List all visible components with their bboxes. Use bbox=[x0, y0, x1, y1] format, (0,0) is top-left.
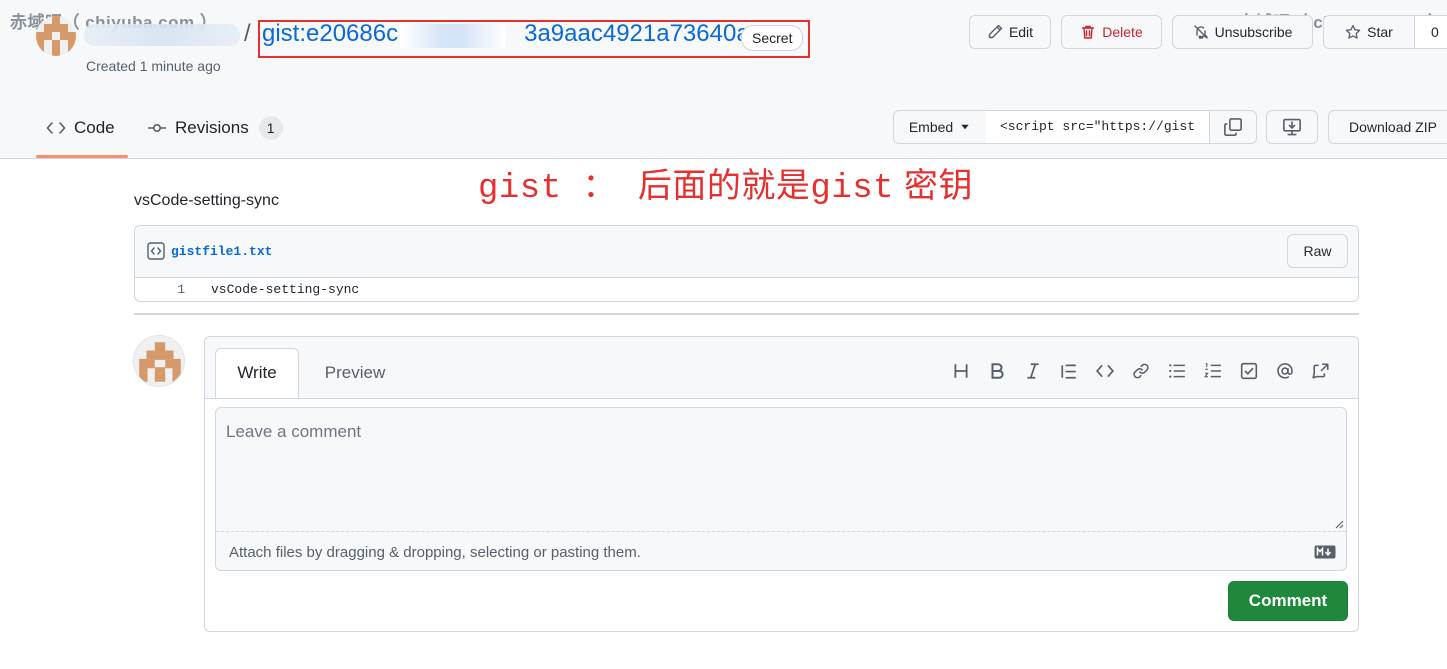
edit-button[interactable]: Edit bbox=[969, 15, 1051, 49]
raw-button[interactable]: Raw bbox=[1287, 234, 1348, 268]
identicon-icon bbox=[36, 16, 76, 56]
edit-label: Edit bbox=[1008, 24, 1034, 40]
revisions-count-badge: 1 bbox=[258, 116, 283, 140]
italic-icon[interactable] bbox=[1021, 359, 1045, 383]
tab-preview[interactable]: Preview bbox=[309, 348, 401, 398]
path-separator: / bbox=[244, 20, 251, 47]
trash-icon bbox=[1082, 25, 1095, 39]
quote-icon[interactable] bbox=[1057, 359, 1081, 383]
resize-handle-icon[interactable] bbox=[1332, 517, 1344, 529]
mention-icon[interactable] bbox=[1273, 359, 1297, 383]
bell-slash-icon bbox=[1193, 25, 1208, 39]
annotation-part1: gist ： bbox=[478, 170, 638, 208]
line-number[interactable]: 1 bbox=[135, 278, 185, 301]
star-count[interactable]: 0 bbox=[1414, 15, 1447, 49]
created-time: Created 1 minute ago bbox=[86, 58, 221, 74]
delete-button[interactable]: Delete bbox=[1061, 15, 1162, 49]
ordered-list-icon[interactable] bbox=[1201, 359, 1225, 383]
cross-reference-icon[interactable] bbox=[1309, 359, 1333, 383]
task-list-icon[interactable] bbox=[1237, 359, 1261, 383]
annotation-part2: 后面的就是 bbox=[637, 167, 811, 205]
embed-code-input[interactable]: <script src="https://gist bbox=[986, 110, 1210, 144]
file-header: gistfile1.txt Raw bbox=[135, 226, 1358, 278]
gist-id-highlight-box bbox=[258, 20, 810, 58]
star-label: Star bbox=[1367, 24, 1393, 40]
unsubscribe-label: Unsubscribe bbox=[1214, 24, 1293, 40]
identicon-icon bbox=[134, 336, 184, 386]
code-icon bbox=[46, 122, 66, 134]
owner-name-redacted[interactable] bbox=[84, 24, 240, 46]
embed-select[interactable]: Embed bbox=[893, 110, 987, 144]
code-line: vsCode-setting-sync bbox=[211, 282, 360, 297]
git-commit-icon bbox=[148, 124, 166, 133]
commenter-avatar[interactable] bbox=[133, 335, 185, 387]
heading-icon[interactable] bbox=[949, 359, 973, 383]
link-icon[interactable] bbox=[1129, 359, 1153, 383]
comment-textarea-wrap: Attach files by dragging & dropping, sel… bbox=[215, 407, 1347, 571]
annotation-part4: 密钥 bbox=[894, 167, 973, 205]
pencil-icon bbox=[988, 24, 1003, 39]
attach-files-text: Attach files by dragging & dropping, sel… bbox=[229, 544, 641, 561]
delete-label: Delete bbox=[1102, 24, 1143, 40]
bold-icon[interactable] bbox=[985, 359, 1009, 383]
copy-embed-button[interactable] bbox=[1209, 110, 1257, 144]
open-desktop-button[interactable] bbox=[1266, 110, 1318, 144]
tab-write[interactable]: Write bbox=[215, 348, 299, 398]
active-tab-indicator bbox=[36, 155, 128, 158]
tab-revisions[interactable]: Revisions 1 bbox=[147, 112, 283, 144]
file-name-link[interactable]: gistfile1.txt bbox=[171, 244, 272, 259]
file-code-icon bbox=[147, 242, 165, 260]
gist-description: vsCode-setting-sync bbox=[134, 192, 279, 209]
copy-icon bbox=[1224, 118, 1242, 136]
comment-input[interactable] bbox=[216, 408, 1346, 531]
unordered-list-icon[interactable] bbox=[1165, 359, 1189, 383]
annotation-part3: gist bbox=[810, 170, 895, 208]
owner-avatar[interactable] bbox=[36, 16, 76, 56]
markdown-toolbar bbox=[949, 359, 1333, 383]
annotation-text: gist ： 后面的就是gist 密钥 bbox=[478, 158, 973, 208]
code-icon[interactable] bbox=[1093, 359, 1117, 383]
attach-files-area[interactable]: Attach files by dragging & dropping, sel… bbox=[216, 531, 1346, 571]
caret-down-icon bbox=[961, 124, 969, 130]
download-zip-button[interactable]: Download ZIP bbox=[1328, 110, 1447, 144]
markdown-icon[interactable] bbox=[1314, 545, 1336, 559]
tab-revisions-label: Revisions bbox=[175, 118, 249, 137]
comment-form: Write Preview Attach files by dragging &… bbox=[204, 336, 1359, 632]
comment-submit-button[interactable]: Comment bbox=[1228, 581, 1348, 621]
gist-file: gistfile1.txt Raw 1 vsCode-setting-sync bbox=[134, 225, 1359, 302]
download-zip-label: Download ZIP bbox=[1349, 119, 1437, 135]
embed-label: Embed bbox=[908, 119, 954, 135]
section-divider bbox=[134, 313, 1359, 315]
tab-code-label: Code bbox=[74, 118, 115, 137]
star-icon bbox=[1345, 24, 1361, 39]
tab-code[interactable]: Code bbox=[46, 112, 115, 144]
desktop-download-icon bbox=[1283, 118, 1301, 136]
star-button[interactable]: Star bbox=[1323, 15, 1415, 49]
unsubscribe-button[interactable]: Unsubscribe bbox=[1172, 15, 1313, 49]
raw-label: Raw bbox=[1303, 243, 1332, 259]
